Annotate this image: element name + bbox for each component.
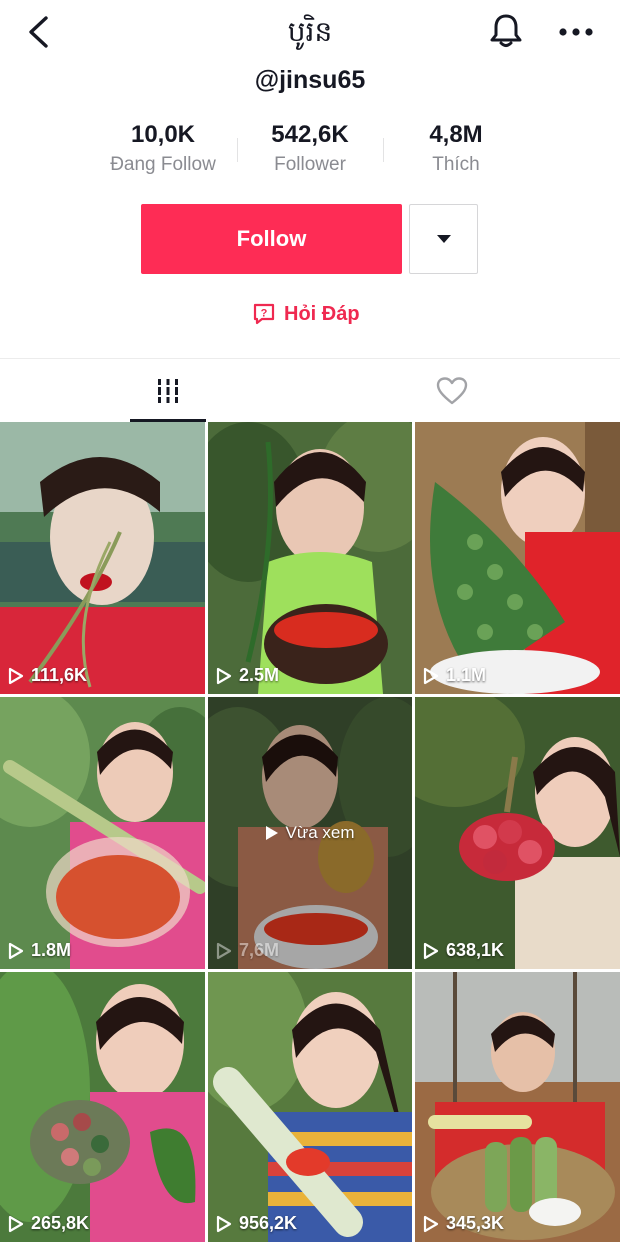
notification-button[interactable] xyxy=(486,10,526,52)
video-thumbnail[interactable]: 1.8M xyxy=(0,697,205,969)
play-outline-icon xyxy=(216,1215,232,1232)
more-dots-icon xyxy=(559,28,593,36)
recently-watched-label: Vừa xem xyxy=(285,823,355,842)
view-count-text: 111,6K xyxy=(31,665,88,685)
video-thumbnail[interactable]: 956,2K xyxy=(208,972,412,1242)
profile-display-name: បូរិន xyxy=(287,15,333,48)
play-icon xyxy=(266,826,279,840)
view-count: 265,8K xyxy=(8,1213,89,1234)
recently-watched-overlay: Vừa xem xyxy=(208,697,412,969)
play-outline-icon xyxy=(8,667,24,684)
view-count-text: 7,6M xyxy=(239,940,280,960)
view-count: 345,3K xyxy=(423,1213,504,1234)
divider xyxy=(0,358,620,359)
video-thumbnail[interactable]: Vừa xem 7,6M xyxy=(208,697,412,969)
tab-videos[interactable] xyxy=(130,360,206,422)
video-grid: 111,6K 2.5M 1.1M 1.8M Vừa xem 7,6M 638,1… xyxy=(0,422,620,1242)
play-outline-icon xyxy=(423,1215,439,1232)
profile-stats: 10,0K Đang Follow 542,6K Follower 4,8M T… xyxy=(90,118,530,182)
view-count-text: 638,1K xyxy=(446,940,505,960)
view-count: 1.1M xyxy=(423,665,486,686)
question-bubble-icon: ? xyxy=(253,303,275,325)
profile-username: @jinsu65 xyxy=(254,66,366,94)
video-thumbnail[interactable]: 2.5M xyxy=(208,422,412,694)
stat-following-label: Đang Follow xyxy=(110,154,216,175)
chevron-left-icon xyxy=(29,16,48,48)
stat-followers-value: 542,6K xyxy=(271,121,349,148)
view-count: 956,2K xyxy=(216,1213,297,1234)
view-count-text: 1.1M xyxy=(446,665,487,685)
view-count: 1.8M xyxy=(8,940,71,961)
video-thumbnail[interactable]: 265,8K xyxy=(0,972,205,1242)
play-outline-icon xyxy=(8,1215,24,1232)
stat-followers[interactable]: 542,6K Follower xyxy=(237,118,383,178)
play-outline-icon xyxy=(423,942,439,959)
grid-bars-icon xyxy=(155,379,181,403)
stat-following-value: 10,0K xyxy=(130,121,196,148)
qa-link[interactable]: ? Hỏi Đáp xyxy=(252,298,360,330)
play-outline-icon xyxy=(216,942,232,959)
play-outline-icon xyxy=(423,667,439,684)
heart-outline-icon xyxy=(436,377,468,405)
view-count-text: 345,3K xyxy=(446,1213,505,1233)
back-button[interactable] xyxy=(18,12,58,52)
video-thumbnail[interactable]: 345,3K xyxy=(415,972,620,1242)
suggested-accounts-dropdown-button[interactable] xyxy=(409,204,478,274)
play-outline-icon xyxy=(216,667,232,684)
top-bar: បូរិន xyxy=(0,0,620,64)
video-thumbnail[interactable]: 1.1M xyxy=(415,422,620,694)
more-options-button[interactable] xyxy=(554,12,598,52)
stat-followers-label: Follower xyxy=(274,154,346,175)
caret-down-icon xyxy=(436,235,451,243)
stat-following[interactable]: 10,0K Đang Follow xyxy=(90,118,236,178)
svg-text:?: ? xyxy=(261,308,268,320)
follow-button[interactable]: Follow xyxy=(141,204,402,274)
view-count-text: 1.8M xyxy=(31,940,72,960)
video-thumbnail[interactable]: 111,6K xyxy=(0,422,205,694)
video-thumbnail-image xyxy=(208,972,412,1242)
view-count-text: 956,2K xyxy=(239,1213,298,1233)
play-outline-icon xyxy=(8,942,24,959)
video-thumbnail-image xyxy=(0,972,205,1242)
view-count: 2.5M xyxy=(216,665,279,686)
stat-likes-label: Thích xyxy=(432,154,480,175)
video-thumbnail-image xyxy=(415,422,620,694)
qa-label: Hỏi Đáp xyxy=(284,302,360,325)
bell-icon xyxy=(490,14,522,47)
video-thumbnail-image xyxy=(415,972,620,1242)
video-thumbnail-image xyxy=(0,697,205,969)
video-thumbnail[interactable]: 638,1K xyxy=(415,697,620,969)
view-count-text: 265,8K xyxy=(31,1213,90,1233)
video-thumbnail-image xyxy=(0,422,205,694)
stat-likes-value: 4,8M xyxy=(429,121,483,148)
view-count: 638,1K xyxy=(423,940,504,961)
video-thumbnail-image xyxy=(415,697,620,969)
stat-likes[interactable]: 4,8M Thích xyxy=(383,118,529,178)
view-count-text: 2.5M xyxy=(239,665,280,685)
view-count: 111,6K xyxy=(8,665,87,686)
video-thumbnail-image xyxy=(208,422,412,694)
tab-liked[interactable] xyxy=(414,360,490,422)
view-count: 7,6M xyxy=(216,940,279,961)
